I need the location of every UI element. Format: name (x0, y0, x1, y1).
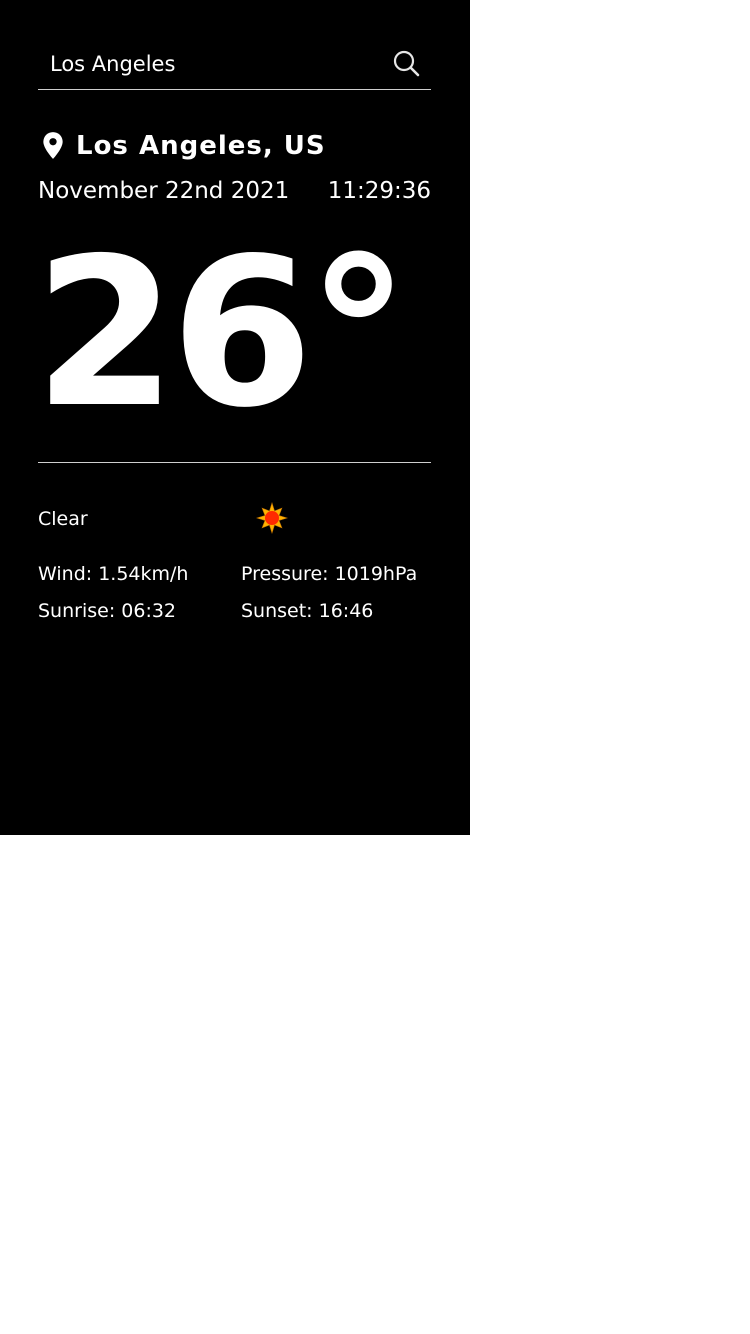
search-input[interactable] (38, 40, 378, 88)
sunrise-time: Sunrise: 06:32 (38, 600, 177, 622)
weather-panel: Los Angeles, US November 22nd 2021 11:29… (0, 0, 470, 835)
temperature: 26° (34, 215, 410, 453)
weather-condition: Clear (38, 508, 88, 530)
current-date: November 22nd 2021 (38, 178, 290, 204)
sunset-time: Sunset: 16:46 (241, 600, 374, 622)
search-icon[interactable] (391, 48, 423, 80)
current-time: 11:29:36 (327, 178, 431, 204)
search-bar (38, 40, 431, 90)
location-pin-icon (40, 131, 66, 161)
sun-icon (255, 501, 289, 535)
divider (38, 462, 431, 463)
wind-speed: Wind: 1.54km/h (38, 563, 189, 585)
pressure: Pressure: 1019hPa (241, 563, 418, 585)
location-name: Los Angeles, US (76, 131, 326, 161)
location: Los Angeles, US (40, 126, 326, 166)
